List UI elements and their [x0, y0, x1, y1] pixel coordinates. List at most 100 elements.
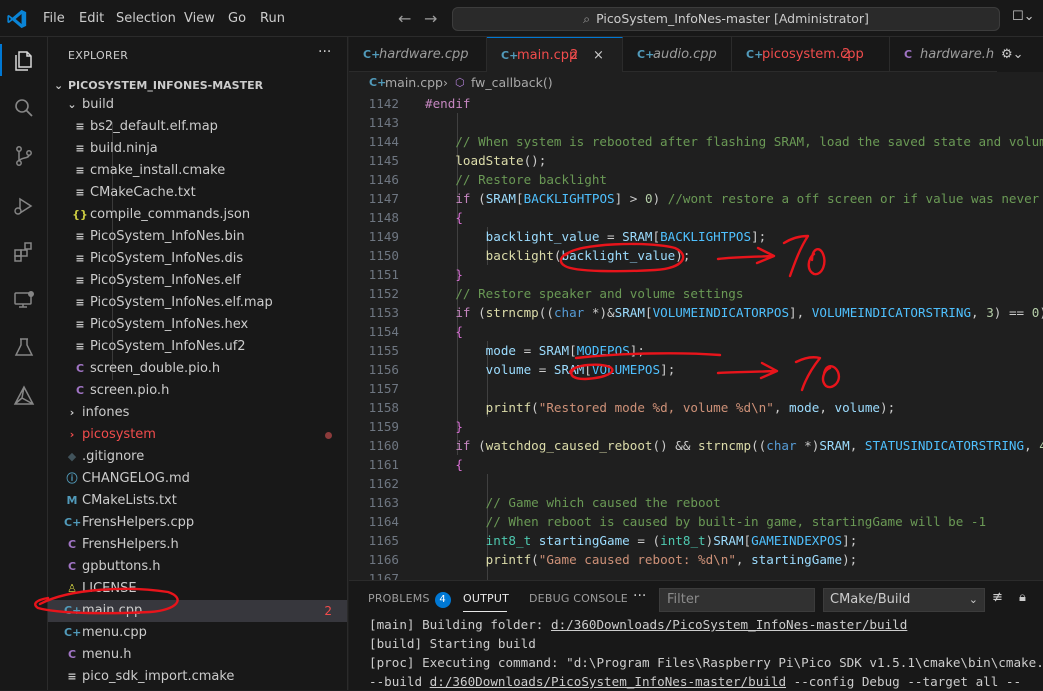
- tab-hardware-cpp[interactable]: C+ hardware.cpp: [349, 37, 487, 72]
- menu-view[interactable]: View: [184, 11, 215, 26]
- chevron-down-icon: ⌄: [67, 98, 77, 111]
- tab-debug-console[interactable]: DEBUG CONSOLE: [529, 592, 628, 605]
- breadcrumb-symbol[interactable]: fw_callback(): [471, 72, 553, 94]
- arrow-right-icon[interactable]: →: [424, 9, 437, 28]
- file-item[interactable]: M CMakeLists.txt: [48, 490, 347, 512]
- file-item[interactable]: ⓘ CHANGELOG.md: [48, 468, 347, 490]
- file-item[interactable]: ♙ LICENSE: [48, 578, 347, 600]
- file-item[interactable]: ≡ PicoSystem_InfoNes.dis: [48, 248, 347, 270]
- file-item[interactable]: ≡ pico_sdk_import.cmake: [48, 666, 347, 688]
- tree-item-label: build: [82, 97, 114, 112]
- file-item[interactable]: ≡ PicoSystem_InfoNes.uf2: [48, 336, 347, 358]
- menu-run[interactable]: Run: [260, 11, 285, 26]
- tree-item-label: infones: [82, 405, 130, 420]
- folder-item[interactable]: › infones: [48, 402, 347, 424]
- code-text: {: [455, 324, 463, 339]
- tree-item-label: PicoSystem_InfoNes.uf2: [90, 339, 246, 354]
- source-control-icon[interactable]: [12, 144, 36, 168]
- lock-icon[interactable]: 🔒︎: [1019, 590, 1026, 605]
- file-item[interactable]: C FrensHelpers.h: [48, 534, 347, 556]
- tree-item-label: pico_sdk_import.cmake: [82, 669, 235, 684]
- file-item[interactable]: C+ menu.cpp: [48, 622, 347, 644]
- cmake-icon[interactable]: [12, 384, 36, 408]
- more-actions-icon[interactable]: ···: [633, 588, 646, 604]
- file-item[interactable]: Cscreen_double.pio.h: [48, 358, 347, 380]
- code-line: 1156 volume = SRAM[VOLUMEPOS];: [349, 360, 1043, 379]
- active-tab-underline: [463, 611, 507, 612]
- extensions-icon[interactable]: [12, 240, 36, 264]
- tree-item-label: CMakeCache.txt: [90, 185, 196, 200]
- tree-item-label: compile_commands.json: [90, 207, 251, 222]
- tab-picosystem-cpp[interactable]: C+ picosystem.cpp 2: [732, 37, 890, 72]
- output-filter-input[interactable]: Filter: [659, 588, 815, 612]
- file-item[interactable]: ≡ bs2_default.elf.map: [48, 116, 347, 138]
- folder-item[interactable]: ⌄ build: [48, 94, 347, 116]
- tab-label: hardware.cpp: [379, 47, 469, 62]
- tree-item-label: bs2_default.elf.map: [90, 119, 218, 134]
- file-item[interactable]: ◆ .gitignore: [48, 446, 347, 468]
- file-item[interactable]: ≡ build.ninja: [48, 138, 347, 160]
- line-number: 1154: [368, 324, 399, 339]
- code-line: 1160 if (watchdog_caused_reboot() && str…: [349, 436, 1043, 455]
- tab-problems[interactable]: PROBLEMS 4: [368, 592, 451, 608]
- chevron-right-icon: ›: [69, 428, 75, 441]
- line-number: 1145: [368, 153, 399, 168]
- output-channel-select[interactable]: CMake/Build ⌄: [823, 588, 985, 612]
- more-actions-icon[interactable]: ···: [318, 44, 331, 60]
- tree-item-label: screen_double.pio.h: [90, 361, 221, 376]
- file-icon: ≡: [75, 164, 85, 177]
- command-center[interactable]: ⌕ PicoSystem_InfoNes-master [Administrato…: [452, 7, 1000, 31]
- run-debug-icon[interactable]: [12, 194, 36, 218]
- file-item[interactable]: C+ FrensHelpers.cpp: [48, 512, 347, 534]
- code-line: 1166 printf("Game caused reboot: %d\n", …: [349, 550, 1043, 569]
- menu-file[interactable]: File: [43, 11, 65, 26]
- folder-item[interactable]: › picosystem: [48, 424, 347, 446]
- search-icon[interactable]: [12, 96, 36, 120]
- file-item[interactable]: ≡ cmake_install.cmake: [48, 160, 347, 182]
- file-item[interactable]: ≡ PicoSystem_InfoNes.hex: [48, 314, 347, 336]
- line-number: 1144: [368, 134, 399, 149]
- tab-problems-label: PROBLEMS: [368, 592, 430, 605]
- code-line: 1162: [349, 474, 1043, 493]
- breadcrumb-file[interactable]: main.cpp: [385, 72, 443, 94]
- line-number: 1143: [368, 115, 399, 130]
- file-icon: ≡: [75, 274, 85, 287]
- arrow-left-icon[interactable]: ←: [398, 9, 411, 28]
- code-line: 1142 #endif: [349, 94, 1043, 113]
- tab-output[interactable]: OUTPUT: [463, 592, 509, 605]
- code-line: 1153 if (strncmp((char *)&SRAM[VOLUMEIND…: [349, 303, 1043, 322]
- file-item[interactable]: Cmenu.h: [48, 644, 347, 666]
- file-item[interactable]: ≡ PicoSystem_InfoNes.elf: [48, 270, 347, 292]
- file-item[interactable]: C+ main.cpp 2: [48, 600, 347, 622]
- editor-actions[interactable]: ⚙⌄: [997, 37, 1043, 72]
- line-number: 1164: [368, 514, 399, 529]
- file-item[interactable]: {} compile_commands.json: [48, 204, 347, 226]
- tab-audio-cpp[interactable]: C+ audio.cpp: [623, 37, 732, 72]
- list-filter-icon[interactable]: ≢: [992, 590, 1003, 605]
- code-text: if (SRAM[BACKLIGHTPOS] > 0) //wont resto…: [455, 191, 1043, 206]
- output-path-link[interactable]: d:/360Downloads/PicoSystem_InfoNes-maste…: [551, 617, 907, 632]
- line-number: 1146: [368, 172, 399, 187]
- menu-selection[interactable]: Selection: [116, 11, 176, 26]
- file-item[interactable]: Cgpbuttons.h: [48, 556, 347, 578]
- explorer-icon[interactable]: [12, 49, 36, 73]
- file-item[interactable]: Cscreen.pio.h: [48, 380, 347, 402]
- file-item[interactable]: ≡ PicoSystem_InfoNes.bin: [48, 226, 347, 248]
- copilot-chat-icon[interactable]: ☐⌄: [1012, 9, 1040, 29]
- license-icon: ♙: [67, 582, 77, 595]
- remote-explorer-icon[interactable]: [12, 288, 36, 312]
- menu-go[interactable]: Go: [228, 11, 246, 26]
- output-path-link[interactable]: d:/360Downloads/PicoSystem_InfoNes-maste…: [430, 674, 786, 689]
- bottom-panel: PROBLEMS 4 OUTPUT DEBUG CONSOLE ··· Filte…: [349, 580, 1043, 690]
- file-item[interactable]: ≡ PicoSystem_InfoNes.elf.map: [48, 292, 347, 314]
- tab-main-cpp[interactable]: C+ main.cpp 2 ×: [487, 37, 623, 72]
- explorer-title: EXPLORER: [68, 49, 129, 62]
- code-text: printf("Restored mode %d, volume %d\n", …: [485, 400, 896, 415]
- problems-count-badge: 4: [434, 592, 451, 608]
- menu-edit[interactable]: Edit: [79, 11, 104, 26]
- title-bar: File Edit Selection View Go Run ← → ⌕ Pic…: [0, 0, 1043, 37]
- close-icon[interactable]: ×: [593, 38, 604, 73]
- testing-icon[interactable]: [12, 336, 36, 360]
- file-item[interactable]: ≡ CMakeCache.txt: [48, 182, 347, 204]
- code-editor[interactable]: 1142 #endif 1143 1144 // When system is reb…: [349, 94, 1043, 580]
